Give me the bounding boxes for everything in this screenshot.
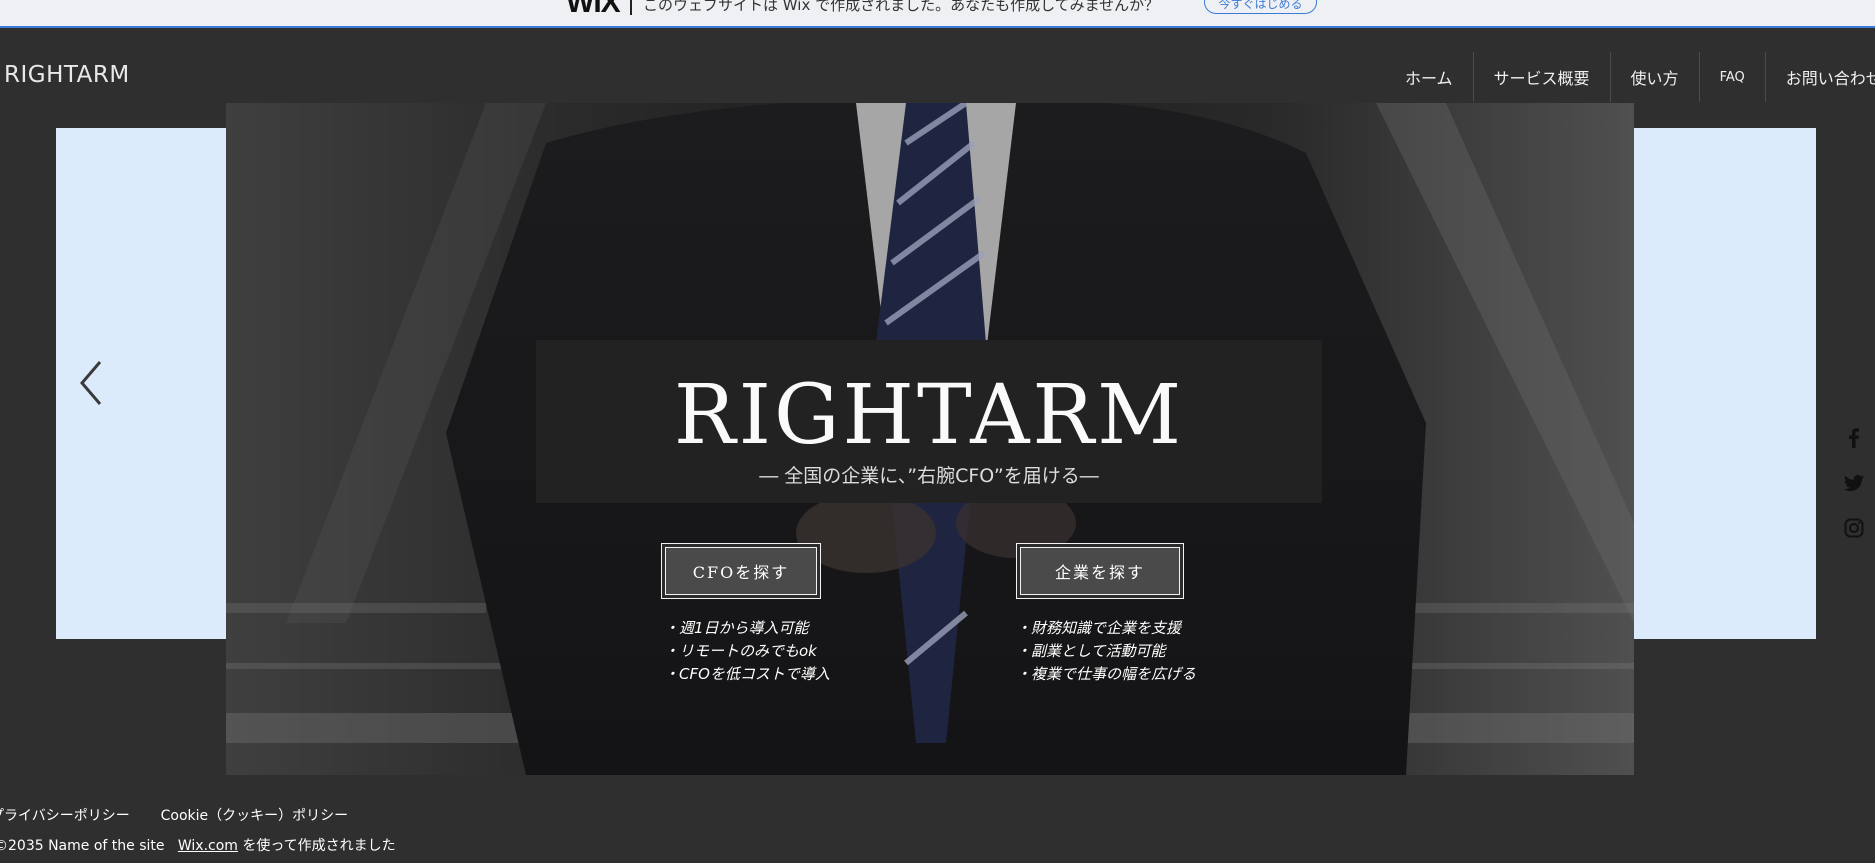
hero-section: RIGHTARM ― 全国の企業に、”右腕CFO”を届ける― CFOを探す 企業… <box>226 103 1634 775</box>
wix-banner: WIX このウェブサイトは Wix で作成されました。あなたも作成してみませんか… <box>0 0 1875 28</box>
hero-subtitle: ― 全国の企業に、”右腕CFO”を届ける― <box>759 465 1099 487</box>
find-cfo-button[interactable]: CFOを探す <box>661 543 821 599</box>
created-with-text: を使って作成されました <box>242 838 396 854</box>
facebook-icon[interactable] <box>1844 428 1864 448</box>
footer-copyright: ©2035 Name of the site Wix.com を使って作成されま… <box>0 835 396 855</box>
nav-contact[interactable]: お問い合わせ <box>1764 52 1875 102</box>
list-item: ・週1日から導入可能 <box>664 619 809 637</box>
twitter-icon[interactable] <box>1844 473 1864 493</box>
list-item: ・財務知識で企業を支援 <box>1016 619 1182 637</box>
previous-slide-arrow-icon[interactable] <box>78 358 108 408</box>
list-item: ・リモートのみでもok <box>664 642 817 660</box>
find-company-button-label: 企業を探す <box>1020 547 1180 595</box>
wix-logo[interactable]: WIX <box>566 0 621 20</box>
cfo-features-list: ・週1日から導入可能 ・リモートのみでもok ・CFOを低コストで導入 <box>664 617 830 686</box>
hero-title-box: RIGHTARM ― 全国の企業に、”右腕CFO”を届ける― <box>536 340 1322 503</box>
instagram-icon[interactable] <box>1844 518 1864 538</box>
copyright-text: ©2035 Name of the site <box>0 838 165 854</box>
nav-faq[interactable]: FAQ <box>1698 52 1765 102</box>
company-features-list: ・財務知識で企業を支援 ・副業として活動可能 ・複業で仕事の幅を広げる <box>1016 617 1196 686</box>
list-item: ・副業として活動可能 <box>1016 642 1166 660</box>
banner-divider <box>630 0 632 15</box>
social-bar <box>1844 428 1864 563</box>
slideshow-panel-right <box>1632 128 1816 639</box>
site-logo[interactable]: RIGHTARM <box>4 62 130 88</box>
footer-links: プライバシーポリシー Cookie（クッキー）ポリシー <box>0 805 348 825</box>
nav-service-overview[interactable]: サービス概要 <box>1472 52 1610 102</box>
find-company-button[interactable]: 企業を探す <box>1016 543 1184 599</box>
list-item: ・CFOを低コストで導入 <box>664 665 830 683</box>
nav-home[interactable]: ホーム <box>1385 52 1473 102</box>
find-cfo-button-label: CFOを探す <box>665 547 817 595</box>
banner-start-button[interactable]: 今すぐはじめる <box>1204 0 1317 14</box>
banner-message: このウェブサイトは Wix で作成されました。あなたも作成してみませんか？ <box>643 0 1160 14</box>
hero-title: RIGHTARM <box>673 368 1185 463</box>
wix-link[interactable]: Wix.com <box>178 838 238 854</box>
main-nav: ホーム サービス概要 使い方 FAQ お問い合わせ <box>1385 52 1875 102</box>
list-item: ・複業で仕事の幅を広げる <box>1016 665 1197 683</box>
cookie-policy-link[interactable]: Cookie（クッキー）ポリシー <box>161 808 349 824</box>
privacy-policy-link[interactable]: プライバシーポリシー <box>0 808 130 824</box>
nav-how-to-use[interactable]: 使い方 <box>1609 52 1699 102</box>
